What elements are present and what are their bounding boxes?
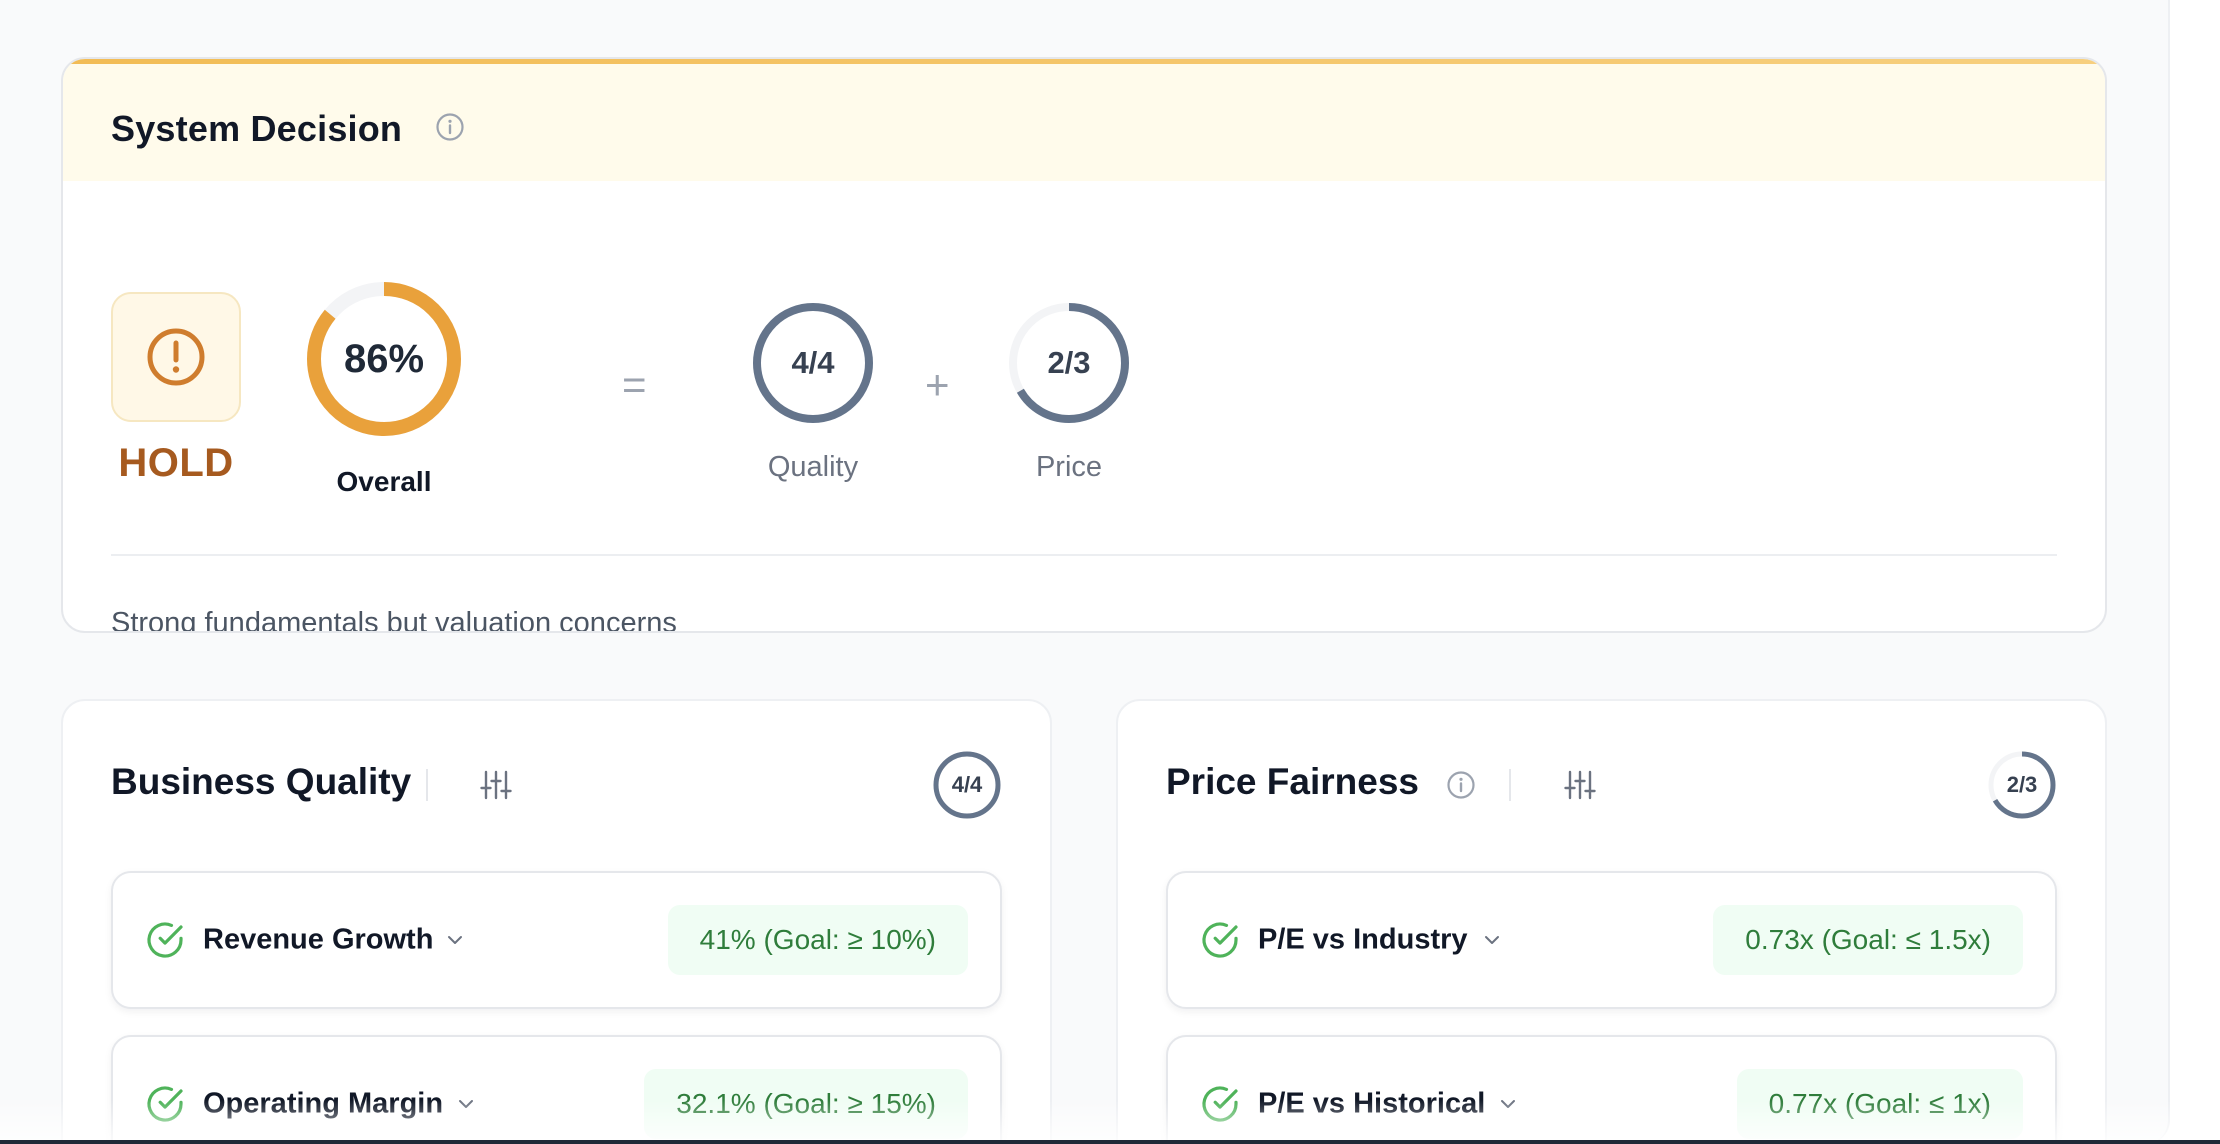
price-score-ring: 2/3 xyxy=(1006,300,1132,426)
business-quality-card: Business Quality 4/4 Revenue Growth 41% … xyxy=(61,699,1052,1144)
viewport-bottom-edge xyxy=(0,1140,2220,1144)
metric-result: 41% (Goal: ≥ 10%) xyxy=(667,905,968,975)
metric-row-revenue-growth[interactable]: Revenue Growth 41% (Goal: ≥ 10%) xyxy=(111,871,1002,1009)
business-quality-score-badge: 4/4 xyxy=(932,750,1002,820)
system-decision-card: System Decision HOLD 86% Overall = 4/4 Q… xyxy=(61,57,2107,633)
sliders-icon[interactable] xyxy=(480,769,512,801)
chevron-down-icon[interactable] xyxy=(1482,930,1502,950)
price-fairness-score-badge: 2/3 xyxy=(1987,750,2057,820)
business-quality-score: 4/4 xyxy=(951,772,983,797)
metric-result: 32.1% (Goal: ≥ 15%) xyxy=(644,1069,968,1139)
metric-result: 0.73x (Goal: ≤ 1.5x) xyxy=(1713,905,2023,975)
overall-score-ring: 86% xyxy=(304,279,464,439)
check-circle-icon xyxy=(147,922,183,958)
metric-label: P/E vs Historical xyxy=(1258,1087,1486,1120)
check-circle-icon xyxy=(1202,922,1238,958)
overall-caption: Overall xyxy=(336,466,432,497)
business-quality-title: Business Quality xyxy=(111,761,412,802)
info-icon[interactable] xyxy=(1445,769,1477,801)
quality-score-value: 4/4 xyxy=(791,345,835,380)
check-circle-icon xyxy=(147,1086,183,1122)
metric-label: Operating Margin xyxy=(203,1087,444,1120)
quality-caption: Quality xyxy=(767,451,859,483)
decision-summary: Strong fundamentals but valuation concer… xyxy=(111,607,677,633)
price-fairness-card: Price Fairness 2/3 P/E vs Industry 0.73x… xyxy=(1116,699,2107,1144)
chevron-down-icon[interactable] xyxy=(445,930,465,950)
quality-score-ring: 4/4 xyxy=(750,300,876,426)
overall-score-value: 86% xyxy=(343,336,425,381)
price-caption: Price xyxy=(1035,451,1103,483)
price-fairness-score: 2/3 xyxy=(2006,772,2038,797)
chevron-down-icon[interactable] xyxy=(456,1094,476,1114)
plus-sign: + xyxy=(925,361,950,408)
metric-row-pe-vs-historical[interactable]: P/E vs Historical 0.77x (Goal: ≤ 1x) xyxy=(1166,1035,2057,1144)
metric-label: Revenue Growth xyxy=(203,923,434,956)
hold-badge xyxy=(111,292,241,422)
info-icon[interactable] xyxy=(434,111,466,143)
decision-divider xyxy=(111,554,2057,556)
equals-sign: = xyxy=(622,361,647,408)
metric-result: 0.77x (Goal: ≤ 1x) xyxy=(1736,1069,2023,1139)
check-circle-icon xyxy=(1202,1086,1238,1122)
chevron-down-icon[interactable] xyxy=(1498,1094,1518,1114)
sliders-icon[interactable] xyxy=(1564,769,1596,801)
metric-row-operating-margin[interactable]: Operating Margin 32.1% (Goal: ≥ 15%) xyxy=(111,1035,1002,1144)
title-separator xyxy=(1509,769,1511,801)
decision-action: HOLD xyxy=(118,441,234,485)
price-score-value: 2/3 xyxy=(1047,345,1091,380)
decision-body: HOLD 86% Overall = 4/4 Quality + 2/3 Pri… xyxy=(63,181,2105,631)
decision-title: System Decision xyxy=(111,108,403,149)
alert-circle-icon xyxy=(147,328,205,386)
decision-header: System Decision xyxy=(63,64,2105,181)
title-separator xyxy=(426,769,428,801)
price-fairness-title: Price Fairness xyxy=(1166,761,1419,802)
metric-row-pe-vs-industry[interactable]: P/E vs Industry 0.73x (Goal: ≤ 1.5x) xyxy=(1166,871,2057,1009)
metric-label: P/E vs Industry xyxy=(1258,923,1468,956)
